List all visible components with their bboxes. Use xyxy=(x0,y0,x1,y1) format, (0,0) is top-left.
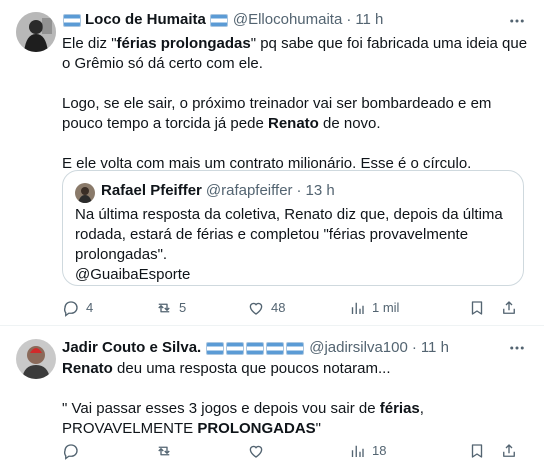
bookmark-icon xyxy=(471,301,483,315)
share-icon xyxy=(503,444,515,457)
like-button[interactable] xyxy=(247,442,348,460)
avatar[interactable] xyxy=(16,12,56,52)
flag-icon xyxy=(209,13,228,27)
share-icon xyxy=(503,301,515,314)
separator-dot: · xyxy=(296,182,302,199)
tweet-paragraph: Logo, se ele sair, o próximo treinador v… xyxy=(62,95,492,132)
flag-icon xyxy=(246,341,265,355)
flag-icon xyxy=(286,341,305,355)
tweet-text: Renato deu uma resposta que poucos notar… xyxy=(62,359,532,439)
quote-author-handle: @rafapfeiffer xyxy=(205,182,293,199)
separator-dot: · xyxy=(411,339,417,356)
quote-author-name: Rafael Pfeiffer xyxy=(101,182,202,199)
view-count: 1 mil xyxy=(372,300,400,315)
bookmark-button[interactable] xyxy=(468,442,500,460)
more-icon[interactable] xyxy=(508,12,526,30)
reply-button[interactable]: 4 xyxy=(62,298,155,318)
retweet-button[interactable] xyxy=(155,442,247,460)
action-bar: 18 xyxy=(62,441,524,461)
heart-icon xyxy=(249,445,263,458)
quote-paragraph: Na última resposta da coletiva, Renato d… xyxy=(75,206,503,263)
retweet-button[interactable]: 5 xyxy=(155,298,247,318)
quote-mention[interactable]: @GuaibaEsporte xyxy=(75,265,515,285)
views-icon xyxy=(351,302,364,314)
views-button[interactable]: 18 xyxy=(348,441,468,461)
more-icon[interactable] xyxy=(508,339,526,357)
quote-timestamp: 13 h xyxy=(305,182,335,199)
reply-button[interactable] xyxy=(62,442,155,460)
tweet-header: Loco de Humaita @Ellocohumaita · 11 h xyxy=(62,10,383,30)
flag-icon xyxy=(266,341,285,355)
tweet[interactable]: Jadir Couto e Silva. @jadirsilva100 · 11… xyxy=(0,327,544,462)
share-button[interactable] xyxy=(500,299,520,317)
author-name[interactable]: Loco de Humaita xyxy=(85,10,206,30)
tweet-paragraph: " Vai passar esses 3 jogos e depois vou … xyxy=(62,400,424,437)
quote-avatar xyxy=(75,183,95,203)
retweet-count: 5 xyxy=(179,300,187,315)
tweet-header: Jadir Couto e Silva. @jadirsilva100 · 11… xyxy=(62,338,449,358)
tweet[interactable]: Loco de Humaita @Ellocohumaita · 11 h El… xyxy=(0,0,544,326)
views-button[interactable]: 1 mil xyxy=(348,298,468,318)
timestamp[interactable]: 11 h xyxy=(355,10,383,30)
like-button[interactable]: 48 xyxy=(247,298,348,318)
flag-icon xyxy=(206,341,225,355)
retweet-icon xyxy=(158,446,170,456)
quoted-tweet[interactable]: Rafael Pfeiffer @rafapfeiffer · 13 h Na … xyxy=(62,170,524,286)
quote-header: Rafael Pfeiffer @rafapfeiffer · 13 h xyxy=(101,181,335,201)
reply-icon xyxy=(64,444,78,460)
like-count: 48 xyxy=(271,300,286,315)
bookmark-icon xyxy=(471,444,483,458)
author-handle[interactable]: @jadirsilva100 xyxy=(309,338,408,358)
tweet-paragraph: Ele diz "férias prolongadas" pq sabe que… xyxy=(62,35,528,72)
avatar[interactable] xyxy=(16,339,56,379)
bookmark-button[interactable] xyxy=(468,299,500,317)
reply-count: 4 xyxy=(86,300,94,315)
flag-icon xyxy=(226,341,245,355)
reply-icon xyxy=(64,301,78,317)
heart-icon xyxy=(249,302,263,315)
tweet-paragraph: Renato deu uma resposta que poucos notar… xyxy=(62,360,391,377)
action-bar: 4 5 48 1 mil xyxy=(62,298,524,318)
views-icon xyxy=(351,445,364,457)
flag-icon xyxy=(63,13,81,27)
separator-dot: · xyxy=(346,11,352,28)
share-button[interactable] xyxy=(500,442,520,460)
timestamp[interactable]: 11 h xyxy=(421,338,449,358)
author-name[interactable]: Jadir Couto e Silva. xyxy=(62,338,201,358)
author-handle[interactable]: @Ellocohumaita xyxy=(233,10,342,30)
view-count: 18 xyxy=(372,443,387,458)
quote-text: Na última resposta da coletiva, Renato d… xyxy=(75,205,515,285)
retweet-icon xyxy=(158,303,170,313)
tweet-text: Ele diz "férias prolongadas" pq sabe que… xyxy=(62,34,532,174)
